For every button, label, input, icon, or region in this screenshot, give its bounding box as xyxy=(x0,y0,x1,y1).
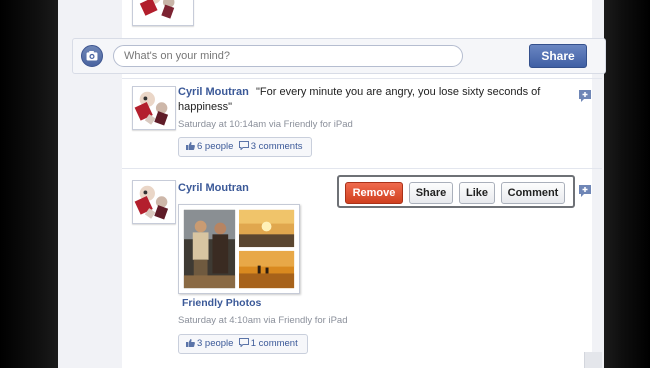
like-button[interactable]: Like xyxy=(459,182,495,204)
divider xyxy=(122,78,602,79)
avatar-image xyxy=(133,87,175,129)
avatar-image xyxy=(133,181,175,223)
device-bezel-left xyxy=(0,0,58,368)
comment-icon xyxy=(238,141,249,150)
status-composer: What's on your mind? Share xyxy=(72,38,606,74)
add-comment-button[interactable] xyxy=(578,89,592,103)
post-author[interactable]: Cyril Moutran xyxy=(178,86,249,98)
album-title[interactable]: Friendly Photos xyxy=(182,297,261,309)
avatar[interactable] xyxy=(132,180,176,224)
likes-count[interactable]: 6 people xyxy=(197,141,233,152)
add-comment-button[interactable] xyxy=(578,184,592,198)
post-timestamp: Saturday at 4:10am via Friendly for iPad xyxy=(178,315,348,326)
thumbs-up-icon xyxy=(185,141,195,150)
scrollbar[interactable] xyxy=(584,352,602,368)
avatar-image xyxy=(134,0,192,25)
post-text: "For every minute you are angry, you los… xyxy=(256,86,541,98)
share-post-button[interactable]: Share xyxy=(409,182,453,204)
post-timestamp: Saturday at 10:14am via Friendly for iPa… xyxy=(178,119,353,130)
post-action-bar: Remove Share Like Comment xyxy=(337,175,575,208)
reactions-bar[interactable]: 3 people 1 comment xyxy=(178,334,308,354)
remove-button[interactable]: Remove xyxy=(345,182,403,204)
avatar[interactable] xyxy=(132,0,194,26)
camera-button[interactable] xyxy=(81,45,103,67)
add-comment-icon xyxy=(579,185,591,197)
status-input[interactable]: What's on your mind? xyxy=(113,45,463,67)
likes-count[interactable]: 3 people xyxy=(197,338,233,349)
camera-icon xyxy=(86,51,98,61)
comment-icon xyxy=(238,338,249,347)
share-button[interactable]: Share xyxy=(529,44,587,68)
reactions-bar[interactable]: 6 people 3 comments xyxy=(178,137,312,157)
avatar[interactable] xyxy=(132,86,176,130)
divider xyxy=(122,168,602,169)
comments-count[interactable]: 3 comments xyxy=(251,141,303,152)
post-author[interactable]: Cyril Moutran xyxy=(178,182,249,194)
device-bezel-right xyxy=(604,0,650,368)
photo-album-thumbnail[interactable] xyxy=(178,204,300,294)
thumbs-up-icon xyxy=(185,338,195,347)
album-photos xyxy=(179,205,299,293)
post-text-continued: happiness" xyxy=(178,101,233,113)
comments-count[interactable]: 1 comment xyxy=(251,338,298,349)
add-comment-icon xyxy=(579,90,591,102)
comment-button[interactable]: Comment xyxy=(501,182,565,204)
